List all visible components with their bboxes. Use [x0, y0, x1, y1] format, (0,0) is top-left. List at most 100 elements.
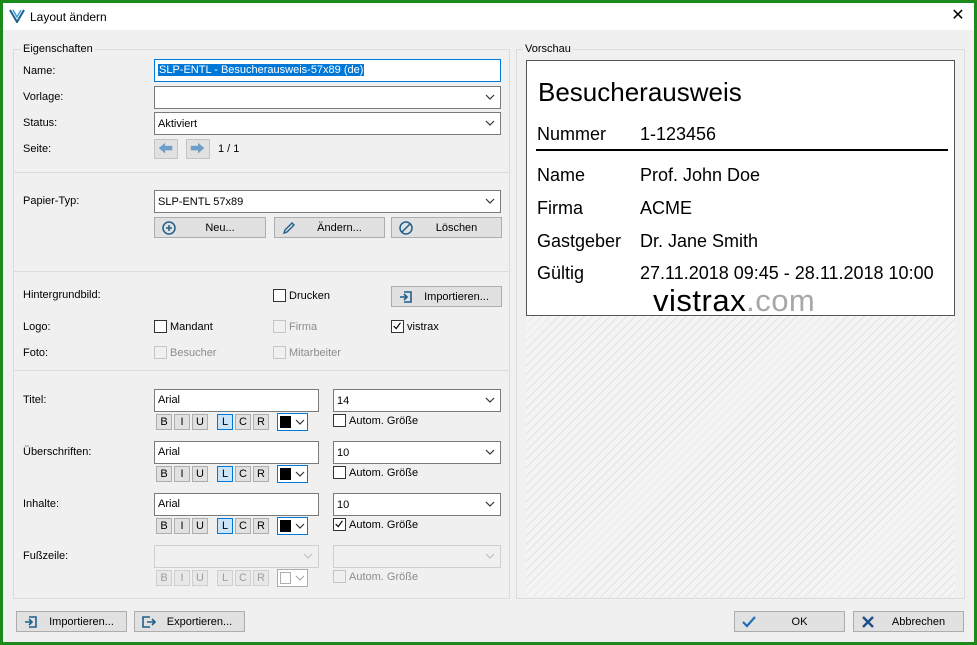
badge-field-value: ACME: [640, 198, 693, 218]
plus-circle-icon: [162, 221, 176, 235]
export-layout-label: Exportieren...: [166, 616, 233, 628]
arrow-right-icon: [190, 142, 205, 154]
font-color-picker[interactable]: [277, 517, 308, 535]
font-size-value: 14: [337, 395, 350, 407]
import-background-button[interactable]: Importieren...: [391, 286, 502, 307]
badge-field-label: Name: [537, 165, 586, 185]
template-select[interactable]: [154, 86, 501, 109]
align-center-button: C: [235, 570, 251, 586]
chevron-down-icon: [295, 419, 305, 425]
visitor-photo-label: Besucher: [170, 347, 217, 359]
checkmark-icon: [393, 322, 401, 330]
bold-button[interactable]: B: [156, 414, 172, 430]
font-family-value: Arial: [158, 446, 181, 458]
badge-divider: [536, 149, 948, 151]
delete-paper-button[interactable]: Löschen: [391, 217, 502, 238]
ok-button[interactable]: OK: [734, 611, 845, 632]
export-layout-button[interactable]: Exportieren...: [134, 611, 245, 632]
mandant-checkbox[interactable]: [154, 320, 167, 333]
next-page-button[interactable]: [186, 139, 210, 159]
new-paper-label: Neu...: [205, 222, 235, 234]
chevron-down-icon: [295, 523, 305, 529]
vistrax-checkbox[interactable]: [391, 320, 404, 333]
autosize-label: Autom. Größe: [349, 571, 419, 583]
divider: [14, 271, 509, 272]
import-layout-button[interactable]: Importieren...: [16, 611, 127, 632]
color-swatch: [280, 572, 291, 584]
align-left-button[interactable]: L: [217, 414, 233, 430]
edit-paper-button[interactable]: Ändern...: [274, 217, 385, 238]
font-family-value: Arial: [158, 394, 181, 406]
underline-button: U: [192, 570, 208, 586]
paper-type-select[interactable]: SLP-ENTL 57x89: [154, 190, 501, 213]
name-label: Name:: [23, 65, 56, 77]
title-bar: Layout ändern ✕: [3, 3, 974, 30]
new-paper-button[interactable]: Neu...: [154, 217, 266, 238]
font-color-picker[interactable]: [277, 413, 308, 431]
print-checkbox[interactable]: [273, 289, 286, 302]
align-center-button[interactable]: C: [235, 518, 251, 534]
autosize-label: Autom. Größe: [349, 415, 419, 427]
font-row-label: Überschriften:: [23, 446, 92, 458]
previous-page-button[interactable]: [154, 139, 178, 159]
underline-button[interactable]: U: [192, 518, 208, 534]
align-center-button[interactable]: C: [235, 414, 251, 430]
autosize-checkbox[interactable]: [333, 414, 346, 427]
cancel-button[interactable]: Abbrechen: [853, 611, 964, 632]
close-icon[interactable]: ✕: [950, 6, 966, 26]
bold-button[interactable]: B: [156, 518, 172, 534]
color-swatch: [280, 468, 291, 480]
font-family-select[interactable]: Arial: [154, 441, 319, 464]
italic-button: I: [174, 570, 190, 586]
preview-label: Vorschau: [523, 43, 573, 55]
badge-field-label: Gültig: [537, 263, 585, 283]
italic-button[interactable]: I: [174, 518, 190, 534]
font-size-select[interactable]: 14: [333, 389, 501, 412]
italic-button[interactable]: I: [174, 414, 190, 430]
autosize-label: Autom. Größe: [349, 519, 419, 531]
logo-main-text: vistrax: [653, 283, 747, 318]
badge-field-label: Gastgeber: [537, 231, 622, 251]
font-row-label: Inhalte:: [23, 498, 60, 510]
chevron-down-icon: [485, 449, 495, 455]
paper-type-value: SLP-ENTL 57x89: [158, 196, 244, 208]
italic-button[interactable]: I: [174, 466, 190, 482]
print-label: Drucken: [289, 290, 330, 302]
paper-type-label: Papier-Typ:: [23, 195, 80, 207]
chevron-down-icon: [485, 553, 495, 559]
underline-button[interactable]: U: [192, 466, 208, 482]
align-right-button[interactable]: R: [253, 518, 269, 534]
underline-button[interactable]: U: [192, 414, 208, 430]
divider: [14, 172, 509, 173]
name-input[interactable]: SLP-ENTL - Besucherausweis-57x89 (de): [154, 59, 501, 82]
cancel-label: Abbrechen: [891, 616, 946, 628]
align-left-button[interactable]: L: [217, 518, 233, 534]
align-right-button[interactable]: R: [253, 466, 269, 482]
visitor-photo-checkbox: [154, 346, 167, 359]
export-icon: [142, 616, 157, 628]
align-right-button: R: [253, 570, 269, 586]
properties-group-label: Eigenschaften: [21, 43, 95, 55]
status-select[interactable]: Aktiviert: [154, 112, 501, 135]
align-center-button[interactable]: C: [235, 466, 251, 482]
font-color-picker[interactable]: [277, 465, 308, 483]
font-size-select[interactable]: 10: [333, 493, 501, 516]
bold-button[interactable]: B: [156, 466, 172, 482]
font-size-value: 10: [337, 447, 350, 459]
autosize-checkbox[interactable]: [333, 518, 346, 531]
vistrax-label: vistrax: [407, 321, 439, 333]
font-family-select[interactable]: Arial: [154, 493, 319, 516]
delete-paper-label: Löschen: [435, 222, 478, 234]
font-family-select: [154, 545, 319, 568]
font-size-select[interactable]: 10: [333, 441, 501, 464]
chevron-down-icon: [485, 198, 495, 204]
employee-photo-label: Mitarbeiter: [289, 347, 341, 359]
edit-paper-label: Ändern...: [317, 222, 362, 234]
employee-photo-checkbox: [273, 346, 286, 359]
font-family-select[interactable]: Arial: [154, 389, 319, 412]
chevron-down-icon: [485, 501, 495, 507]
x-icon: [862, 616, 874, 628]
align-left-button[interactable]: L: [217, 466, 233, 482]
autosize-checkbox[interactable]: [333, 466, 346, 479]
align-right-button[interactable]: R: [253, 414, 269, 430]
